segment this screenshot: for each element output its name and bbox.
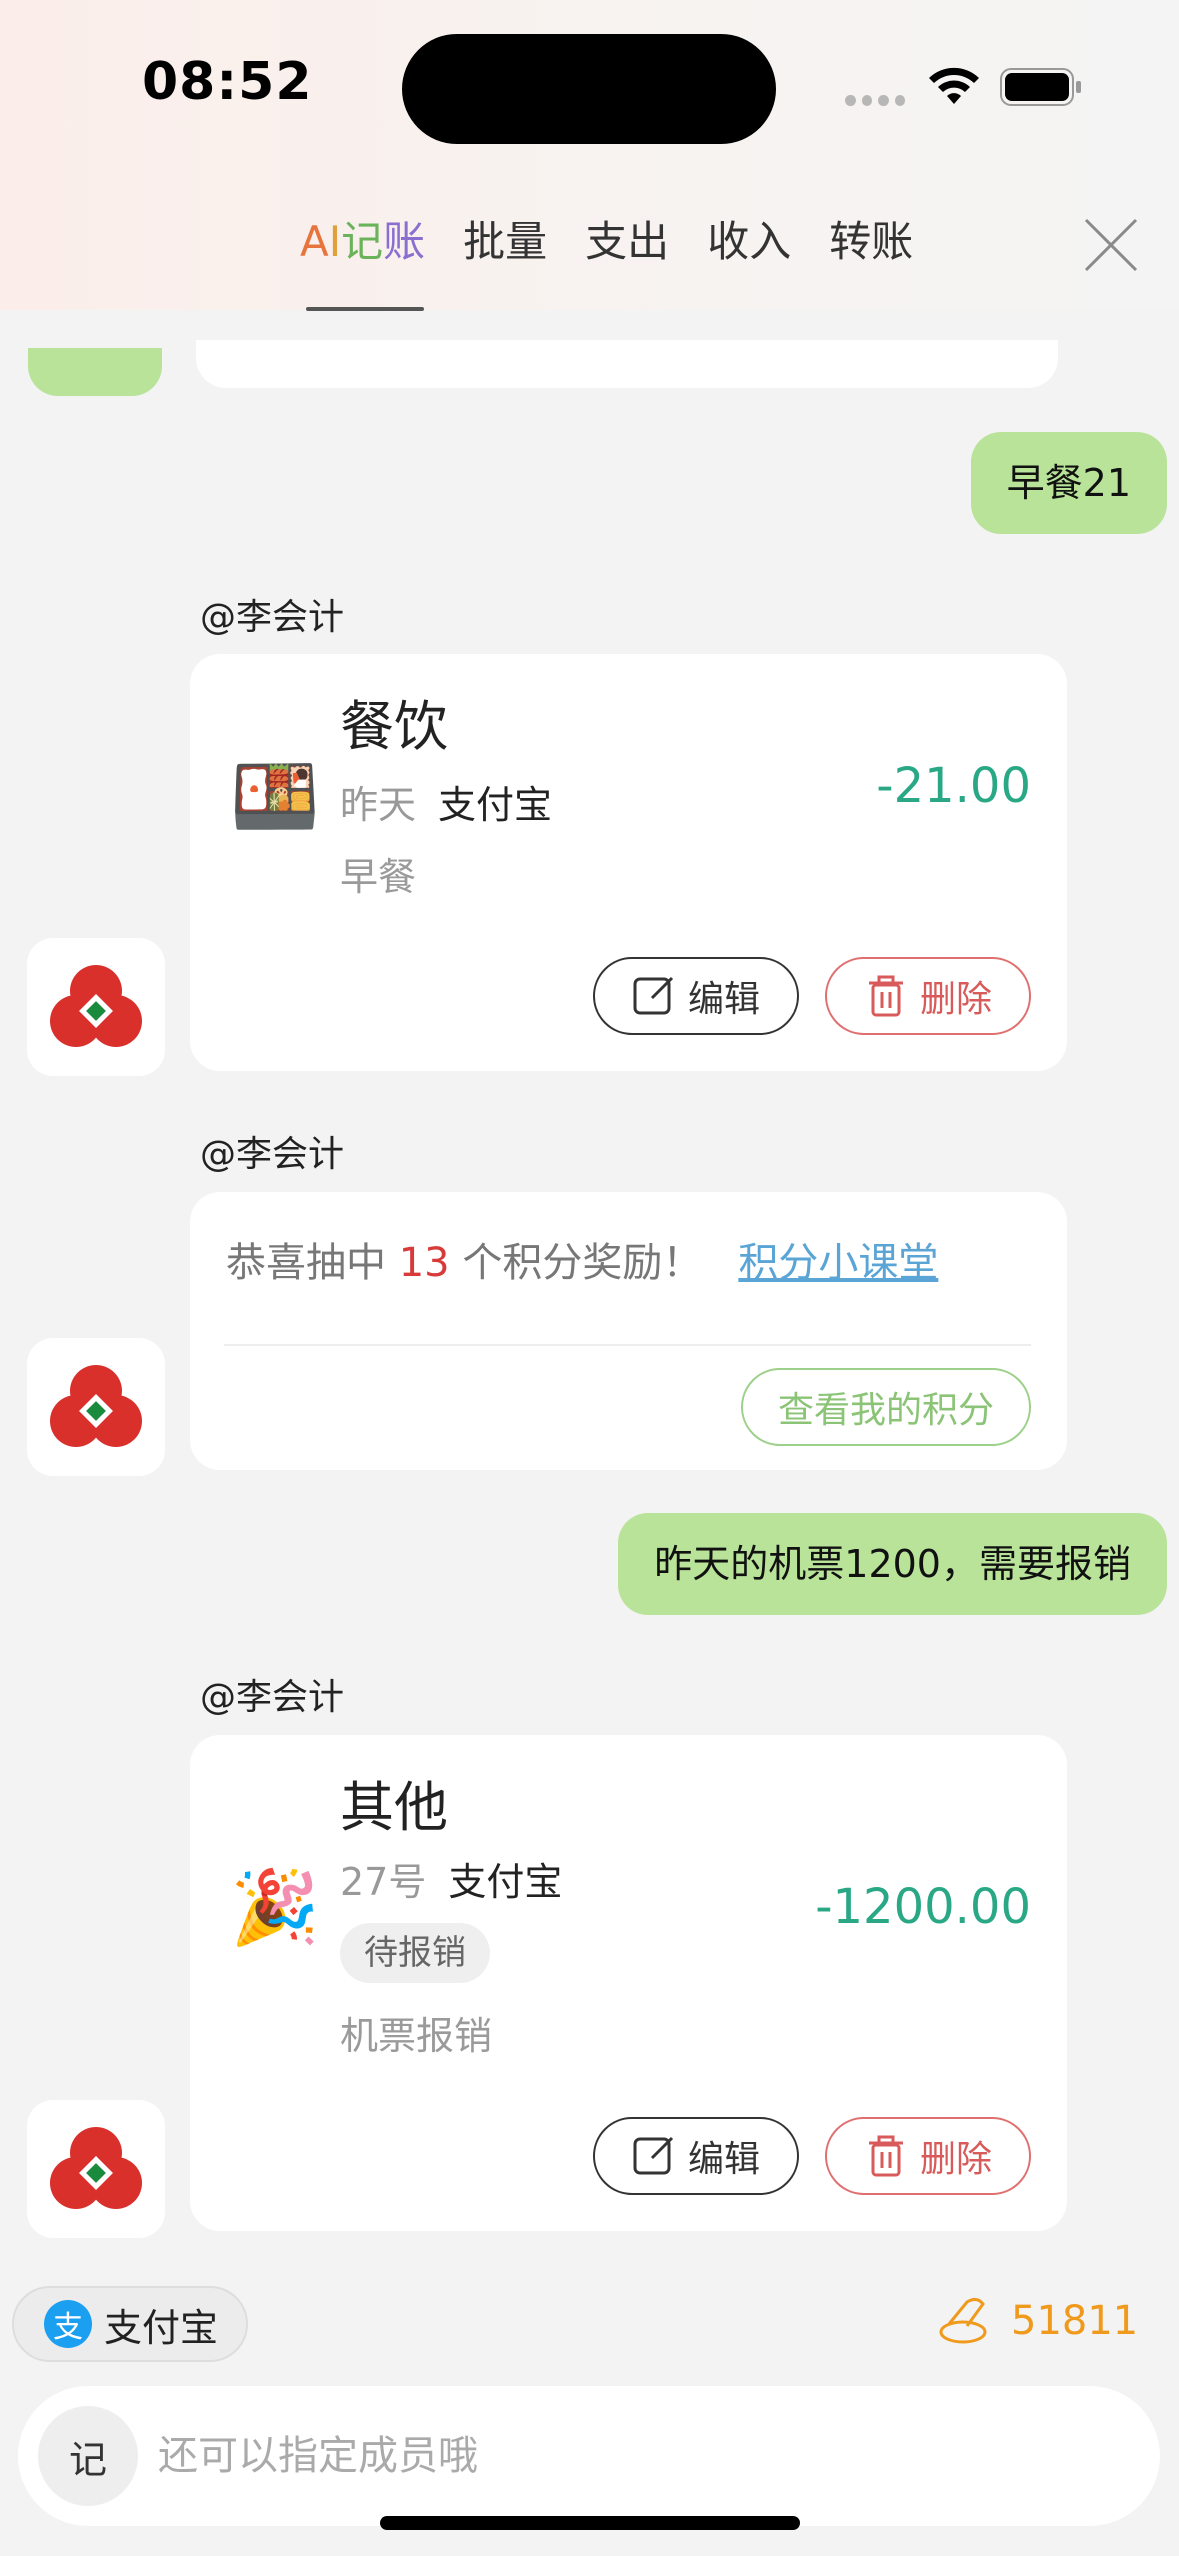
transaction-category: 其他 bbox=[340, 1776, 448, 1839]
reward-count: 13 bbox=[398, 1240, 450, 1286]
close-icon[interactable] bbox=[1082, 216, 1140, 274]
accountant-avatar bbox=[27, 938, 165, 1076]
record-type-tabs: AI记账 批量 支出 收入 转账 bbox=[300, 208, 913, 311]
alipay-icon: 支 bbox=[44, 2300, 92, 2348]
transaction-payment: 支付宝 bbox=[438, 783, 553, 827]
transaction-meta: 27号 支付宝 bbox=[340, 1851, 562, 1906]
user-message-bubble: 昨天的机票1200，需要报销 bbox=[618, 1513, 1167, 1615]
transaction-amount: -21.00 bbox=[876, 758, 1031, 814]
edit-button[interactable]: 编辑 bbox=[593, 2117, 799, 2195]
delete-label: 删除 bbox=[919, 2139, 992, 2180]
status-time: 08:52 bbox=[142, 52, 313, 112]
record-mode-button[interactable]: 记 bbox=[38, 2406, 138, 2506]
accountant-logo-icon bbox=[50, 965, 142, 1047]
tab-transfer[interactable]: 转账 bbox=[829, 208, 913, 269]
edit-icon bbox=[633, 2136, 674, 2175]
delete-label: 删除 bbox=[919, 979, 992, 1020]
sender-label: @李会计 bbox=[200, 597, 345, 638]
accountant-logo-icon bbox=[50, 1365, 142, 1447]
reward-card: 恭喜抽中 13 个积分奖励！ 积分小课堂 查看我的积分 bbox=[190, 1192, 1067, 1470]
payment-method-label: 支付宝 bbox=[104, 2305, 219, 2350]
accountant-logo-icon bbox=[50, 2127, 142, 2209]
trash-icon bbox=[868, 2135, 903, 2177]
trash-icon bbox=[868, 975, 903, 1017]
delete-button[interactable]: 删除 bbox=[825, 957, 1031, 1035]
tab-ai-bookkeeping[interactable]: AI记账 bbox=[300, 208, 425, 311]
accountant-avatar bbox=[27, 1338, 165, 1476]
tab-income[interactable]: 收入 bbox=[707, 208, 791, 269]
transaction-amount: -1200.00 bbox=[815, 1879, 1031, 1935]
coins-icon bbox=[939, 2297, 987, 2344]
dynamic-island bbox=[402, 34, 776, 144]
sender-label: @李会计 bbox=[200, 1134, 345, 1175]
transaction-note: 机票报销 bbox=[340, 2014, 493, 2058]
reimbursement-pending-tag: 待报销 bbox=[340, 1923, 490, 1983]
points-value: 51811 bbox=[1011, 2298, 1139, 2344]
message-input[interactable] bbox=[158, 2416, 1118, 2496]
previous-avatar-partial bbox=[28, 348, 162, 396]
tab-expense[interactable]: 支出 bbox=[585, 208, 669, 269]
divider bbox=[224, 1344, 1031, 1346]
edit-label: 编辑 bbox=[687, 2139, 760, 2180]
message-input-bar: 记 bbox=[18, 2386, 1160, 2526]
view-points-button[interactable]: 查看我的积分 bbox=[741, 1368, 1031, 1446]
transaction-note: 早餐 bbox=[340, 855, 417, 899]
bento-icon: 🍱 bbox=[230, 754, 320, 838]
previous-card-partial bbox=[196, 340, 1058, 388]
home-indicator bbox=[380, 2516, 800, 2530]
accountant-avatar bbox=[27, 2100, 165, 2238]
cellular-signal-icon bbox=[845, 95, 905, 109]
reward-message: 恭喜抽中 13 个积分奖励！ 积分小课堂 bbox=[226, 1240, 939, 1286]
party-popper-icon: 🎉 bbox=[230, 1865, 320, 1949]
payment-method-chip[interactable]: 支 支付宝 bbox=[12, 2286, 248, 2362]
transaction-payment: 支付宝 bbox=[448, 1860, 563, 1904]
edit-icon bbox=[633, 976, 674, 1015]
sender-label: @李会计 bbox=[200, 1677, 345, 1718]
points-class-link[interactable]: 积分小课堂 bbox=[738, 1240, 938, 1286]
transaction-category: 餐饮 bbox=[340, 695, 448, 758]
delete-button[interactable]: 删除 bbox=[825, 2117, 1031, 2195]
transaction-date: 27号 bbox=[340, 1860, 427, 1904]
battery-icon bbox=[1000, 68, 1081, 106]
transaction-date: 昨天 bbox=[340, 783, 417, 827]
points-balance[interactable]: 51811 bbox=[937, 2296, 1138, 2346]
transaction-meta: 昨天 支付宝 bbox=[340, 774, 552, 829]
user-message-bubble: 早餐21 bbox=[970, 432, 1167, 534]
tab-batch[interactable]: 批量 bbox=[463, 208, 547, 269]
transaction-card[interactable]: 🎉 其他 27号 支付宝 待报销 机票报销 -1200.00 编辑 删除 bbox=[190, 1735, 1067, 2231]
active-tab-indicator bbox=[306, 307, 424, 311]
edit-label: 编辑 bbox=[687, 979, 760, 1020]
edit-button[interactable]: 编辑 bbox=[593, 957, 799, 1035]
transaction-card[interactable]: 🍱 餐饮 昨天 支付宝 早餐 -21.00 编辑 删除 bbox=[190, 654, 1067, 1071]
wifi-icon bbox=[929, 67, 979, 104]
